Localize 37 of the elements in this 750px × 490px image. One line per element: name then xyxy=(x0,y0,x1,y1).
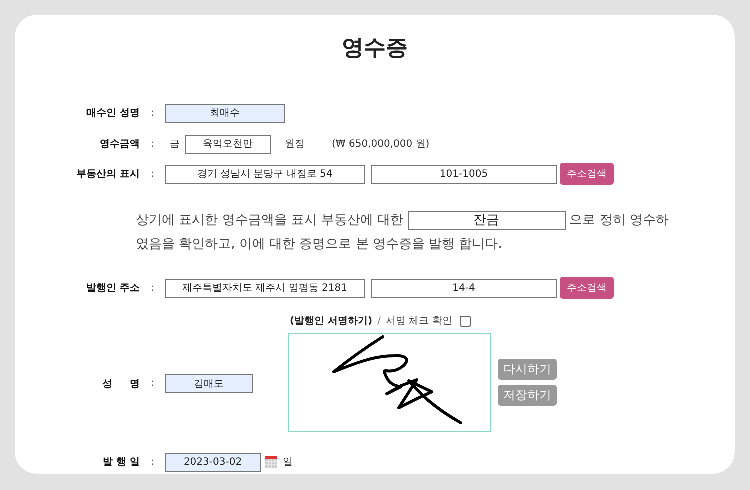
checkbox-label: 서명 체크 확인 xyxy=(386,315,452,328)
address-search-button[interactable]: 주소검색 xyxy=(560,163,614,185)
issuer-name-field[interactable]: 김매도 xyxy=(165,374,253,393)
field-label: 부동산의 표시 xyxy=(76,168,140,181)
colon: : xyxy=(150,138,156,150)
statement-text: 으로 정히 영수하 xyxy=(570,212,669,229)
payment-type-field[interactable]: 잔금 xyxy=(408,210,566,230)
statement-text: 상기에 표시한 영수금액을 표시 부동산에 대한 xyxy=(136,212,404,229)
calendar-icon[interactable] xyxy=(265,456,278,468)
colon: : xyxy=(150,456,156,468)
field-label: 발행인 주소 xyxy=(86,282,140,295)
field-label: 영수금액 xyxy=(99,138,140,151)
separator: / xyxy=(378,316,381,326)
date-suffix: 일 xyxy=(283,456,293,469)
issue-date-field[interactable]: 2023-03-02 xyxy=(165,452,261,472)
signature-pad[interactable] xyxy=(288,333,491,432)
field-label: 매수인 성명 xyxy=(86,107,140,120)
colon: : xyxy=(150,108,156,118)
amount-prefix: 금 xyxy=(170,138,180,151)
amount-field[interactable]: 육억오천만 xyxy=(185,134,271,154)
address-detail-field[interactable]: 14-4 xyxy=(371,278,557,298)
address-search-button[interactable]: 주소검색 xyxy=(560,277,614,299)
amount-numeric: (₩ 650,000,000 원) xyxy=(332,138,430,151)
address-field[interactable]: 경기 성남시 분당구 내정로 54 xyxy=(165,164,365,184)
field-label: 성 명 xyxy=(102,378,140,390)
buyer-name-field[interactable]: 최매수 xyxy=(165,104,285,122)
checkbox[interactable] xyxy=(460,316,472,326)
colon: : xyxy=(150,282,156,294)
page-title: 영수증 xyxy=(341,34,409,63)
signature-title: (발행인 서명하기) xyxy=(290,315,373,328)
address-field[interactable]: 제주특별자치도 제주시 영평동 2181 xyxy=(165,278,365,298)
colon: : xyxy=(150,168,156,180)
amount-suffix: 원정 xyxy=(285,138,305,151)
colon: : xyxy=(150,378,156,389)
statement-text: 였음을 확인하고, 이에 대한 증명으로 본 영수증을 발행 합니다. xyxy=(136,236,502,253)
address-detail-field[interactable]: 101-1005 xyxy=(371,164,557,184)
field-label: 발 행 일 xyxy=(102,456,140,469)
